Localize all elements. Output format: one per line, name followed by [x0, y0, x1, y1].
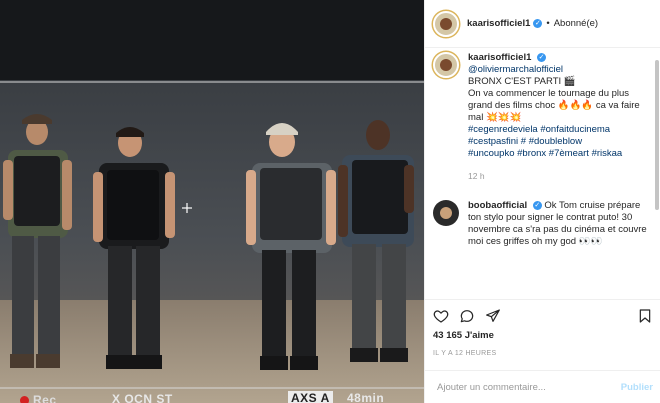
minutes-remaining-label: 48min	[347, 391, 385, 403]
caption-username[interactable]: kaarisofficiel1	[468, 52, 531, 63]
caption-mention-link[interactable]: @oliviermarchalofficiel	[468, 64, 653, 76]
comments-scrollbar[interactable]	[655, 60, 659, 210]
camera-code-label: X OCN ST	[112, 392, 173, 403]
post-header: kaarisofficiel1 ✓ • Abonné(e)	[425, 0, 660, 48]
follow-status-button[interactable]: Abonné(e)	[554, 18, 598, 29]
caption-line-1: BRONX C'EST PARTI 🎬	[468, 76, 576, 87]
commenter-username[interactable]: boobaofficial	[468, 200, 527, 211]
film-set-photo	[0, 0, 424, 403]
caption-body: kaarisofficiel1 ✓ @oliviermarchalofficie…	[468, 52, 653, 182]
heart-icon[interactable]	[433, 308, 449, 324]
caption-hashtags-1[interactable]: #cegenredeviela #onfaitducinema	[468, 124, 653, 136]
share-icon[interactable]	[485, 308, 501, 324]
caption-hashtags-2[interactable]: #cestpasfini # #doubleblow	[468, 136, 653, 148]
verified-badge-icon: ✓	[533, 19, 543, 28]
commenter-avatar[interactable]	[433, 200, 459, 226]
comment-input[interactable]	[437, 381, 621, 393]
author-avatar[interactable]	[433, 10, 459, 37]
bookmark-icon[interactable]	[637, 308, 653, 324]
posted-time[interactable]: IL Y A 12 HEURES	[433, 350, 653, 357]
caption-line-2: On va commencer le tournage du plus gran…	[468, 88, 640, 123]
publish-button[interactable]: Publier	[621, 382, 653, 393]
caption-item: kaarisofficiel1 ✓ @oliviermarchalofficie…	[425, 48, 660, 182]
verified-badge-icon: ✓	[532, 200, 542, 210]
separator-dot: •	[546, 18, 550, 29]
comment-icon[interactable]	[459, 308, 475, 324]
media-label: AXS A	[288, 391, 333, 403]
add-comment-bar: Publier	[425, 370, 660, 403]
record-indicator-icon	[20, 396, 29, 403]
likes-count[interactable]: 43 165 J'aime	[433, 330, 653, 341]
comment-item: boobaofficial ✓ Ok Tom cruise prépare to…	[425, 196, 660, 248]
avatar-image	[440, 59, 452, 71]
rec-label: Rec	[33, 393, 57, 403]
post-details-panel: kaarisofficiel1 ✓ • Abonné(e) kaarisoffi…	[424, 0, 660, 403]
caption-author-avatar[interactable]	[433, 52, 459, 78]
comments-list[interactable]: kaarisofficiel1 ✓ @oliviermarchalofficie…	[425, 48, 660, 298]
verified-badge-icon: ✓	[537, 52, 547, 62]
caption-hashtags-3[interactable]: #uncoupko #bronx #7èmeart #riskaa	[468, 148, 653, 160]
avatar-image	[440, 17, 452, 30]
author-username[interactable]: kaarisofficiel1	[467, 18, 530, 29]
post-image[interactable]: Rec X OCN ST AXS A 48min	[0, 0, 424, 403]
comment-body: boobaofficial ✓ Ok Tom cruise prépare to…	[468, 200, 653, 248]
caption-timestamp[interactable]: 12 h	[468, 170, 653, 182]
post-actions: 43 165 J'aime IL Y A 12 HEURES	[425, 299, 660, 357]
action-buttons-row	[433, 306, 653, 326]
avatar-image	[440, 207, 452, 219]
